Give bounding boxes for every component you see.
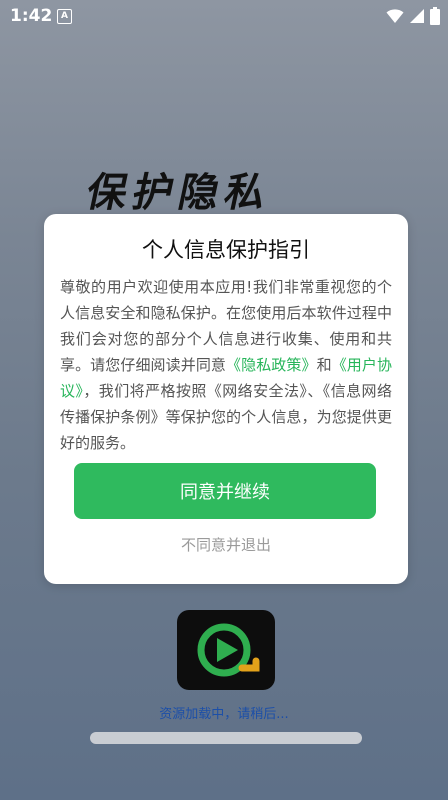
signal-icon — [410, 9, 424, 23]
play-logo-icon — [197, 623, 260, 677]
app-logo — [177, 610, 275, 690]
privacy-dialog: 个人信息保护指引 尊敬的用户欢迎使用本应用!我们非常重视您的个人信息安全和隐私保… — [44, 214, 408, 584]
status-bar: 1:42 A — [0, 0, 448, 34]
status-time: 1:42 — [10, 6, 53, 26]
dialog-body-and: 和 — [316, 356, 332, 374]
wifi-icon — [386, 9, 404, 23]
background-title: 保护隐私 — [82, 169, 277, 216]
disagree-exit-button[interactable]: 不同意并退出 — [44, 534, 408, 555]
notification-icon: A — [57, 9, 72, 24]
battery-icon — [430, 7, 440, 25]
privacy-policy-link[interactable]: 《隐私政策》 — [226, 356, 317, 374]
agree-continue-button[interactable]: 同意并继续 — [74, 463, 376, 519]
dialog-body-text-2: ，我们将严格按照《网络安全法》、《信息网络传播保护条例》等保护您的个人信息，为您… — [60, 382, 392, 452]
loading-progress-bar — [90, 732, 362, 744]
dialog-title: 个人信息保护指引 — [142, 238, 310, 262]
status-icons — [386, 7, 440, 25]
dialog-body: 尊敬的用户欢迎使用本应用!我们非常重视您的个人信息安全和隐私保护。在您使用后本软… — [60, 274, 392, 456]
loading-status-text: 资源加载中，请稍后... — [159, 707, 289, 722]
